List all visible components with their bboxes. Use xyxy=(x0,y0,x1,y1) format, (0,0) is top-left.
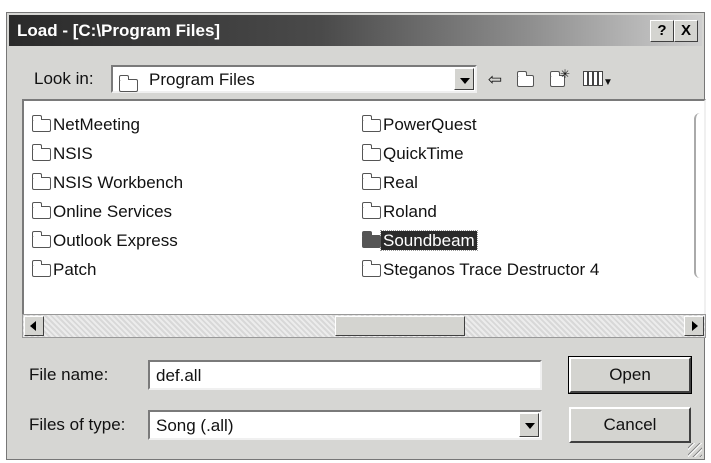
folder-icon xyxy=(362,115,381,132)
folder-icon xyxy=(362,173,381,190)
file-name-label: File name: xyxy=(29,365,109,384)
folder-icon xyxy=(32,231,51,248)
close-button[interactable]: X xyxy=(674,20,698,42)
folder-icon xyxy=(32,202,51,219)
back-arrow-icon[interactable]: ⇦ xyxy=(483,69,507,91)
files-of-type-label: Files of type: xyxy=(29,415,126,434)
chevron-down-icon[interactable] xyxy=(519,413,539,437)
dialog-title: Load - [C:\Program Files] xyxy=(17,21,221,40)
open-button[interactable]: Open xyxy=(568,356,692,394)
new-folder-icon[interactable]: ✳ xyxy=(545,67,570,91)
list-item[interactable]: Steganos Trace Destructor 4 xyxy=(362,260,601,280)
list-item-selected[interactable]: Soundbeam xyxy=(362,230,478,251)
folder-icon xyxy=(362,144,381,161)
chevron-down-icon[interactable] xyxy=(454,68,474,90)
list-item[interactable]: Outlook Express xyxy=(32,231,180,251)
resize-grip[interactable] xyxy=(688,443,702,457)
file-list[interactable]: NetMeeting NSIS NSIS Workbench Online Se… xyxy=(22,99,706,321)
list-item[interactable]: PowerQuest xyxy=(362,115,479,135)
folder-icon xyxy=(362,202,381,219)
look-in-value: Program Files xyxy=(149,70,255,89)
view-menu-icon[interactable]: ▼ xyxy=(581,69,615,91)
horizontal-scrollbar[interactable] xyxy=(22,314,706,338)
scroll-thumb[interactable] xyxy=(335,316,465,336)
third-column-edge xyxy=(694,113,704,278)
load-dialog: Load - [C:\Program Files] ? X Look in: P… xyxy=(6,12,706,460)
files-of-type-dropdown[interactable]: Song (.all) xyxy=(148,410,542,440)
folder-icon xyxy=(119,75,138,92)
list-item[interactable]: QuickTime xyxy=(362,144,466,164)
list-item[interactable]: Roland xyxy=(362,202,439,222)
cancel-button[interactable]: Cancel xyxy=(569,407,691,443)
list-item[interactable]: Real xyxy=(362,173,420,193)
list-item[interactable]: Online Services xyxy=(32,202,174,222)
list-item[interactable]: NetMeeting xyxy=(32,115,142,135)
folder-icon xyxy=(32,260,51,277)
list-item[interactable]: NSIS Workbench xyxy=(32,173,185,193)
folder-icon xyxy=(32,144,51,161)
scroll-right-icon[interactable] xyxy=(684,316,704,336)
folder-icon xyxy=(362,260,381,277)
list-item[interactable]: Patch xyxy=(32,260,98,280)
list-item[interactable]: NSIS xyxy=(32,144,95,164)
folder-icon xyxy=(32,173,51,190)
folder-icon xyxy=(32,115,51,132)
look-in-dropdown[interactable]: Program Files xyxy=(111,65,477,93)
scroll-left-icon[interactable] xyxy=(24,316,44,336)
look-in-label: Look in: xyxy=(34,69,94,88)
title-bar[interactable]: Load - [C:\Program Files] ? X xyxy=(9,15,702,46)
folder-icon xyxy=(362,231,381,248)
help-button[interactable]: ? xyxy=(650,20,674,42)
up-folder-icon[interactable] xyxy=(513,69,537,91)
file-name-input[interactable]: def.all xyxy=(148,360,542,390)
